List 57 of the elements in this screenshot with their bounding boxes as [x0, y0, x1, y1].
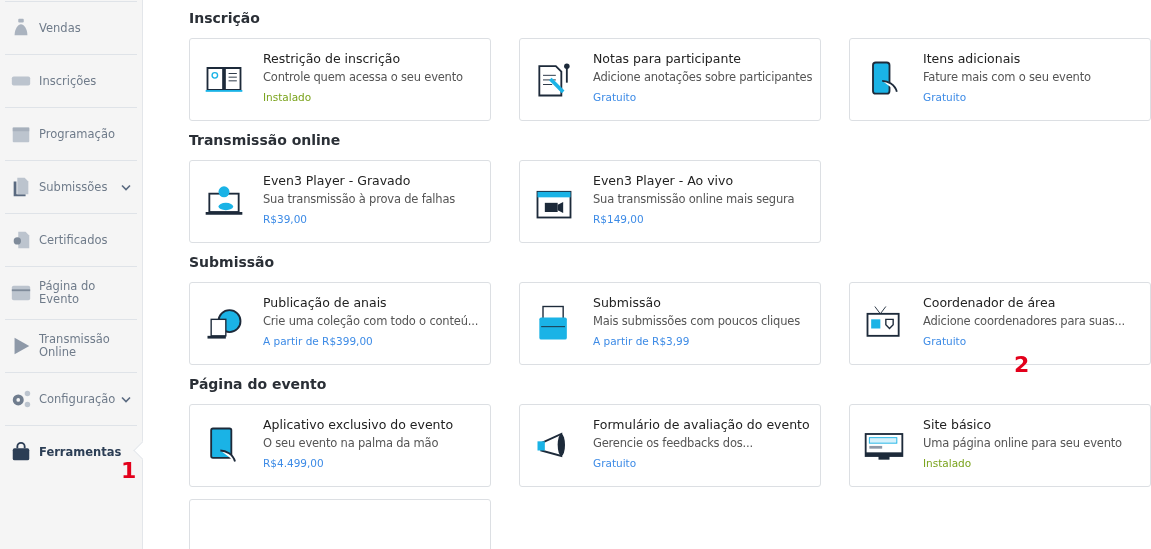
- section-heading: Página do evento: [189, 375, 328, 394]
- sidebar-item[interactable]: Transmissão Online: [5, 319, 137, 372]
- sidebar-item[interactable]: Vendas: [5, 1, 137, 54]
- tool-card[interactable]: Formulário de avaliação do evento Gerencie os feedbacks dos... Gratuito: [519, 404, 821, 487]
- tool-card[interactable]: Even3 Player - Gravado Sua transmissão à prova de falhas R$39,00: [189, 160, 491, 243]
- card-description: Mais submissões com poucos cliques: [593, 313, 800, 329]
- card-title: Formulário de avaliação do evento: [593, 417, 810, 433]
- card-status: A partir de R$3,99: [593, 334, 690, 348]
- section-heading: Submissão: [189, 253, 276, 272]
- card-status: R$149,00: [593, 212, 644, 226]
- card-title: Site básico: [923, 417, 992, 433]
- card-status: Instalado: [263, 90, 312, 104]
- sidebar-item[interactable]: Inscrições: [5, 54, 137, 107]
- card-description: Sua transmissão à prova de falhas: [263, 191, 456, 207]
- tool-card[interactable]: Restrição de inscrição Controle quem acessa o seu evento Instalado: [189, 38, 491, 121]
- card-status: Gratuito: [923, 90, 967, 104]
- tool-card[interactable]: Even3 Player - Ao vivo Sua transmissão online mais segura R$149,00: [519, 160, 821, 243]
- card-title: Restrição de inscrição: [263, 51, 401, 67]
- card-status: Gratuito: [593, 456, 637, 470]
- card-title: Aplicativo exclusivo do evento: [263, 417, 454, 433]
- card-description: Adicione anotações sobre participantes: [593, 69, 813, 85]
- section-heading: Transmissão online: [189, 131, 342, 150]
- tool-card[interactable]: Notas para participante Adicione anotações sobre participantes Gratuito: [519, 38, 821, 121]
- card-description: Fature mais com o seu evento: [923, 69, 1091, 85]
- tool-card[interactable]: Site básico Uma página online para seu evento Instalado: [849, 404, 1151, 487]
- card-status: R$4.499,00: [263, 456, 324, 470]
- tool-card[interactable]: Aplicativo exclusivo do evento O seu evento na palma da mão R$4.499,00: [189, 404, 491, 487]
- card-title: Publicação de anais: [263, 295, 387, 311]
- sidebar-item[interactable]: Programação: [5, 107, 137, 160]
- card-title: Even3 Player - Gravado: [263, 173, 411, 189]
- tool-card[interactable]: Itens adicionais Fature mais com o seu evento Gratuito: [849, 38, 1151, 121]
- gears-icon: [10, 388, 32, 410]
- card-description: Crie uma coleção com todo o conteú...: [263, 313, 479, 329]
- card-status: Instalado: [923, 456, 972, 470]
- card-title: Itens adicionais: [923, 51, 1021, 67]
- card-status: Gratuito: [593, 90, 637, 104]
- card-title: Submissão: [593, 295, 661, 311]
- sidebar-item[interactable]: Configuração: [5, 372, 137, 425]
- card-description: Sua transmissão online mais segura: [593, 191, 795, 207]
- card-status: A partir de R$399,00: [263, 334, 373, 348]
- card-status: Gratuito: [923, 334, 967, 348]
- card-status: R$39,00: [263, 212, 308, 226]
- section-heading: Inscrição: [189, 9, 261, 28]
- card-description: Gerencie os feedbacks dos...: [593, 435, 753, 451]
- sidebar-item[interactable]: Submissões: [5, 160, 137, 213]
- card-title: Notas para participante: [593, 51, 741, 67]
- tool-card[interactable]: Publicação de anais Crie uma coleção com todo o conteú... A partir de R$399,00: [189, 282, 491, 365]
- sidebar-item[interactable]: Página do Evento: [5, 266, 137, 319]
- bag-icon: [10, 441, 32, 463]
- card-description: Uma página online para seu evento: [923, 435, 1122, 451]
- card-title: Coordenador de área: [923, 295, 1056, 311]
- card-description: Controle quem acessa o seu evento: [263, 69, 463, 85]
- card-description: Adicione coordenadores para suas...: [923, 313, 1125, 329]
- card-title: Even3 Player - Ao vivo: [593, 173, 734, 189]
- card-description: O seu evento na palma da mão: [263, 435, 439, 451]
- sidebar-item[interactable]: Certificados: [5, 213, 137, 266]
- tool-card[interactable]: Submissão Mais submissões com poucos cliques A partir de R$3,99: [519, 282, 821, 365]
